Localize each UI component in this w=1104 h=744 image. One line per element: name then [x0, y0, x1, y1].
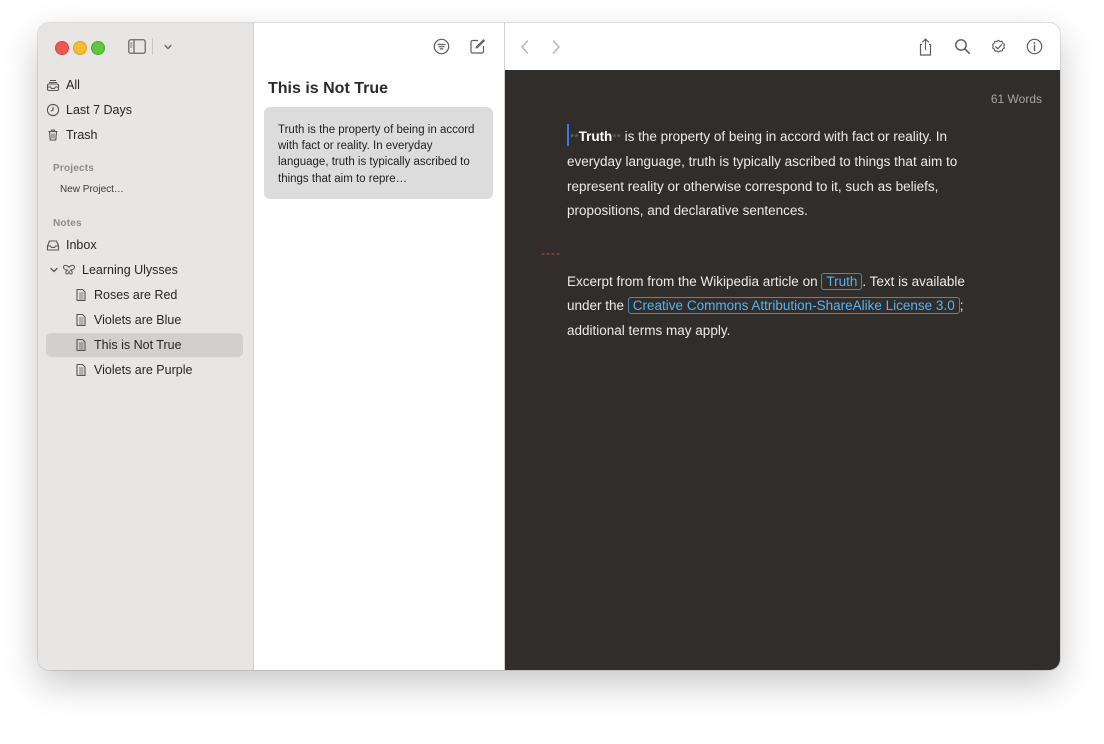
sidebar-item-this-is-not-true[interactable]: This is Not True — [46, 333, 243, 357]
review-check-badge-icon[interactable] — [990, 38, 1007, 55]
close-window-button[interactable] — [55, 41, 69, 55]
sidebar-item-last-7-days[interactable]: Last 7 Days — [46, 98, 243, 122]
sidebar-item-label: Roses are Red — [94, 288, 178, 302]
link-license[interactable]: Creative Commons Attribution-ShareAlike … — [627, 297, 960, 315]
paragraph-text: Excerpt from from the Wikipedia article … — [567, 274, 822, 289]
markdown-bold-marker: ** — [570, 132, 579, 144]
sheet-icon — [76, 313, 86, 327]
filter-icon[interactable] — [433, 38, 450, 55]
disclosure-chevron-icon[interactable] — [49, 265, 59, 275]
sheet-icon — [76, 288, 86, 302]
sidebar-item-label: This is Not True — [94, 338, 182, 352]
sidebar-item-label: Last 7 Days — [66, 103, 133, 117]
editor[interactable]: 61 Words **Truth** is the property of be… — [505, 70, 1060, 670]
sidebar-item-label: Learning Ulysses — [82, 263, 178, 277]
tray-stack-icon — [46, 79, 60, 92]
link-truth[interactable]: Truth — [821, 273, 863, 290]
chevron-down-icon[interactable] — [162, 41, 174, 53]
info-icon[interactable] — [1026, 38, 1043, 55]
new-sheet-icon[interactable] — [469, 38, 486, 55]
paragraph-text: is the property of being in accord with … — [567, 129, 958, 219]
sidebar-item-label: Trash — [66, 128, 98, 142]
text-cursor — [567, 124, 569, 146]
sidebar: All Last 7 Days Trash Projects New Proje… — [38, 23, 254, 670]
sidebar-item-violets-are-blue[interactable]: Violets are Blue — [46, 308, 243, 332]
markdown-bold-marker: ** — [612, 132, 621, 144]
notes-heading: Notes — [53, 218, 82, 229]
back-chevron-icon[interactable] — [518, 39, 532, 55]
zoom-window-button[interactable] — [91, 41, 105, 55]
minimize-window-button[interactable] — [73, 41, 87, 55]
toolbar-divider — [152, 38, 153, 55]
butterfly-icon — [62, 264, 76, 275]
sheet-list-title: This is Not True — [268, 80, 389, 97]
new-project-button[interactable]: New Project… — [60, 184, 124, 195]
sidebar-item-roses-are-red[interactable]: Roses are Red — [46, 283, 243, 307]
editor-toolbar — [505, 23, 1060, 71]
sidebar-item-all[interactable]: All — [46, 73, 243, 97]
divider-markup: ---- — [541, 246, 561, 260]
editor-paragraph[interactable]: Excerpt from from the Wikipedia article … — [567, 270, 977, 343]
sidebar-item-label: All — [66, 78, 80, 92]
projects-heading: Projects — [53, 163, 95, 174]
sidebar-toggle-icon[interactable] — [128, 39, 146, 54]
sheet-icon — [76, 338, 86, 352]
sheet-card[interactable]: Truth is the property of being in accord… — [264, 107, 493, 199]
editor-paragraph[interactable]: **Truth** is the property of being in ac… — [567, 124, 977, 224]
sidebar-item-label: Violets are Blue — [94, 313, 182, 327]
sheet-list: This is Not True Truth is the property o… — [254, 23, 505, 670]
word-count[interactable]: 61 Words — [991, 92, 1042, 106]
sheet-preview-text: Truth is the property of being in accord… — [278, 124, 475, 185]
forward-chevron-icon[interactable] — [549, 39, 563, 55]
sheet-icon — [76, 363, 86, 377]
sidebar-item-violets-are-purple[interactable]: Violets are Purple — [46, 358, 243, 382]
clock-icon — [46, 103, 60, 117]
trash-icon — [48, 129, 58, 141]
share-icon[interactable] — [917, 37, 934, 57]
inbox-icon — [46, 240, 60, 251]
search-icon[interactable] — [954, 38, 971, 55]
sidebar-item-trash[interactable]: Trash — [46, 123, 243, 147]
sidebar-item-inbox[interactable]: Inbox — [46, 233, 243, 257]
bold-text: Truth — [578, 129, 613, 144]
sidebar-item-label: Inbox — [66, 238, 97, 252]
app-window: All Last 7 Days Trash Projects New Proje… — [38, 23, 1060, 670]
sidebar-item-label: Violets are Purple — [94, 363, 193, 377]
sidebar-group-learning-ulysses[interactable]: Learning Ulysses — [49, 258, 246, 282]
